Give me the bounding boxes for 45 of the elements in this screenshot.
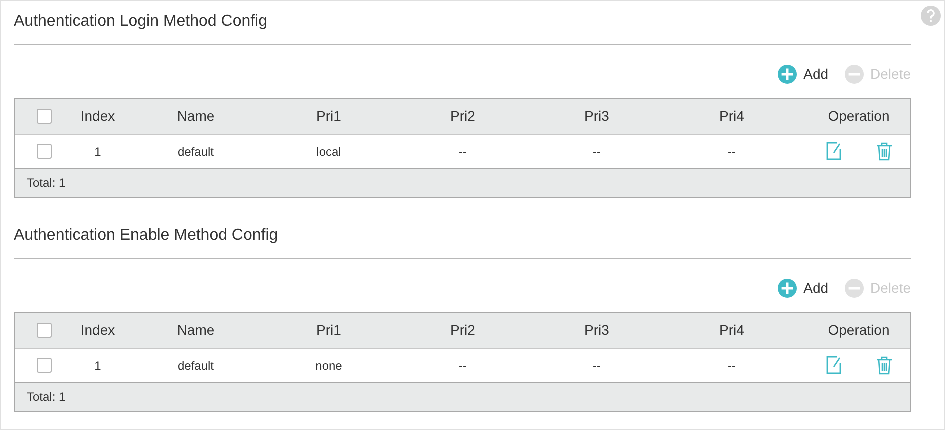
- column-header: Pri2: [450, 107, 476, 126]
- trash-icon[interactable]: [876, 142, 892, 161]
- checkbox[interactable]: [36, 144, 52, 159]
- minus-icon: [844, 278, 864, 298]
- section-title: Authentication Enable Method Config: [14, 226, 278, 246]
- edit-icon[interactable]: [826, 142, 842, 161]
- plus-icon: [778, 64, 797, 84]
- table-cell-text: --: [458, 358, 468, 374]
- checkbox[interactable]: [36, 323, 52, 338]
- table-cell-text: --: [727, 144, 737, 160]
- table-cell-text: --: [727, 358, 737, 374]
- total-count: Total: 1: [27, 389, 66, 406]
- column-header: Name: [176, 107, 216, 126]
- table-cell-text: --: [592, 144, 602, 160]
- column-header: Index: [80, 321, 116, 340]
- column-header: Pri1: [316, 321, 342, 340]
- column-header: Pri3: [584, 107, 610, 126]
- total-count: Total: 1: [27, 175, 66, 192]
- table-cell-text: --: [592, 358, 602, 374]
- table-cell-text: default: [176, 144, 216, 160]
- column-header: Pri1: [316, 107, 342, 126]
- table-cell-text: none: [314, 358, 344, 374]
- column-header: Name: [176, 321, 216, 340]
- edit-icon[interactable]: [826, 356, 842, 375]
- trash-icon[interactable]: [876, 356, 892, 375]
- column-header: Operation: [827, 107, 891, 126]
- column-header: Pri4: [718, 321, 746, 340]
- help-icon[interactable]: [921, 6, 941, 26]
- column-header: Index: [80, 107, 116, 126]
- table-cell-text: --: [458, 144, 468, 160]
- column-header: Pri2: [450, 321, 476, 340]
- column-header: Pri4: [718, 107, 746, 126]
- add-button[interactable]: Add: [778, 63, 829, 85]
- plus-icon: [778, 278, 797, 298]
- table-cell-text: 1: [94, 358, 102, 374]
- table-cell-text: 1: [94, 144, 102, 160]
- column-header: Pri3: [584, 321, 610, 340]
- table-cell-text: local: [316, 144, 342, 160]
- add-button[interactable]: Add: [778, 277, 829, 299]
- checkbox[interactable]: [36, 109, 52, 124]
- section-title: Authentication Login Method Config: [14, 12, 268, 32]
- minus-icon: [844, 64, 864, 84]
- checkbox[interactable]: [36, 358, 52, 373]
- column-header: Operation: [827, 321, 891, 340]
- table-cell-text: default: [176, 358, 216, 374]
